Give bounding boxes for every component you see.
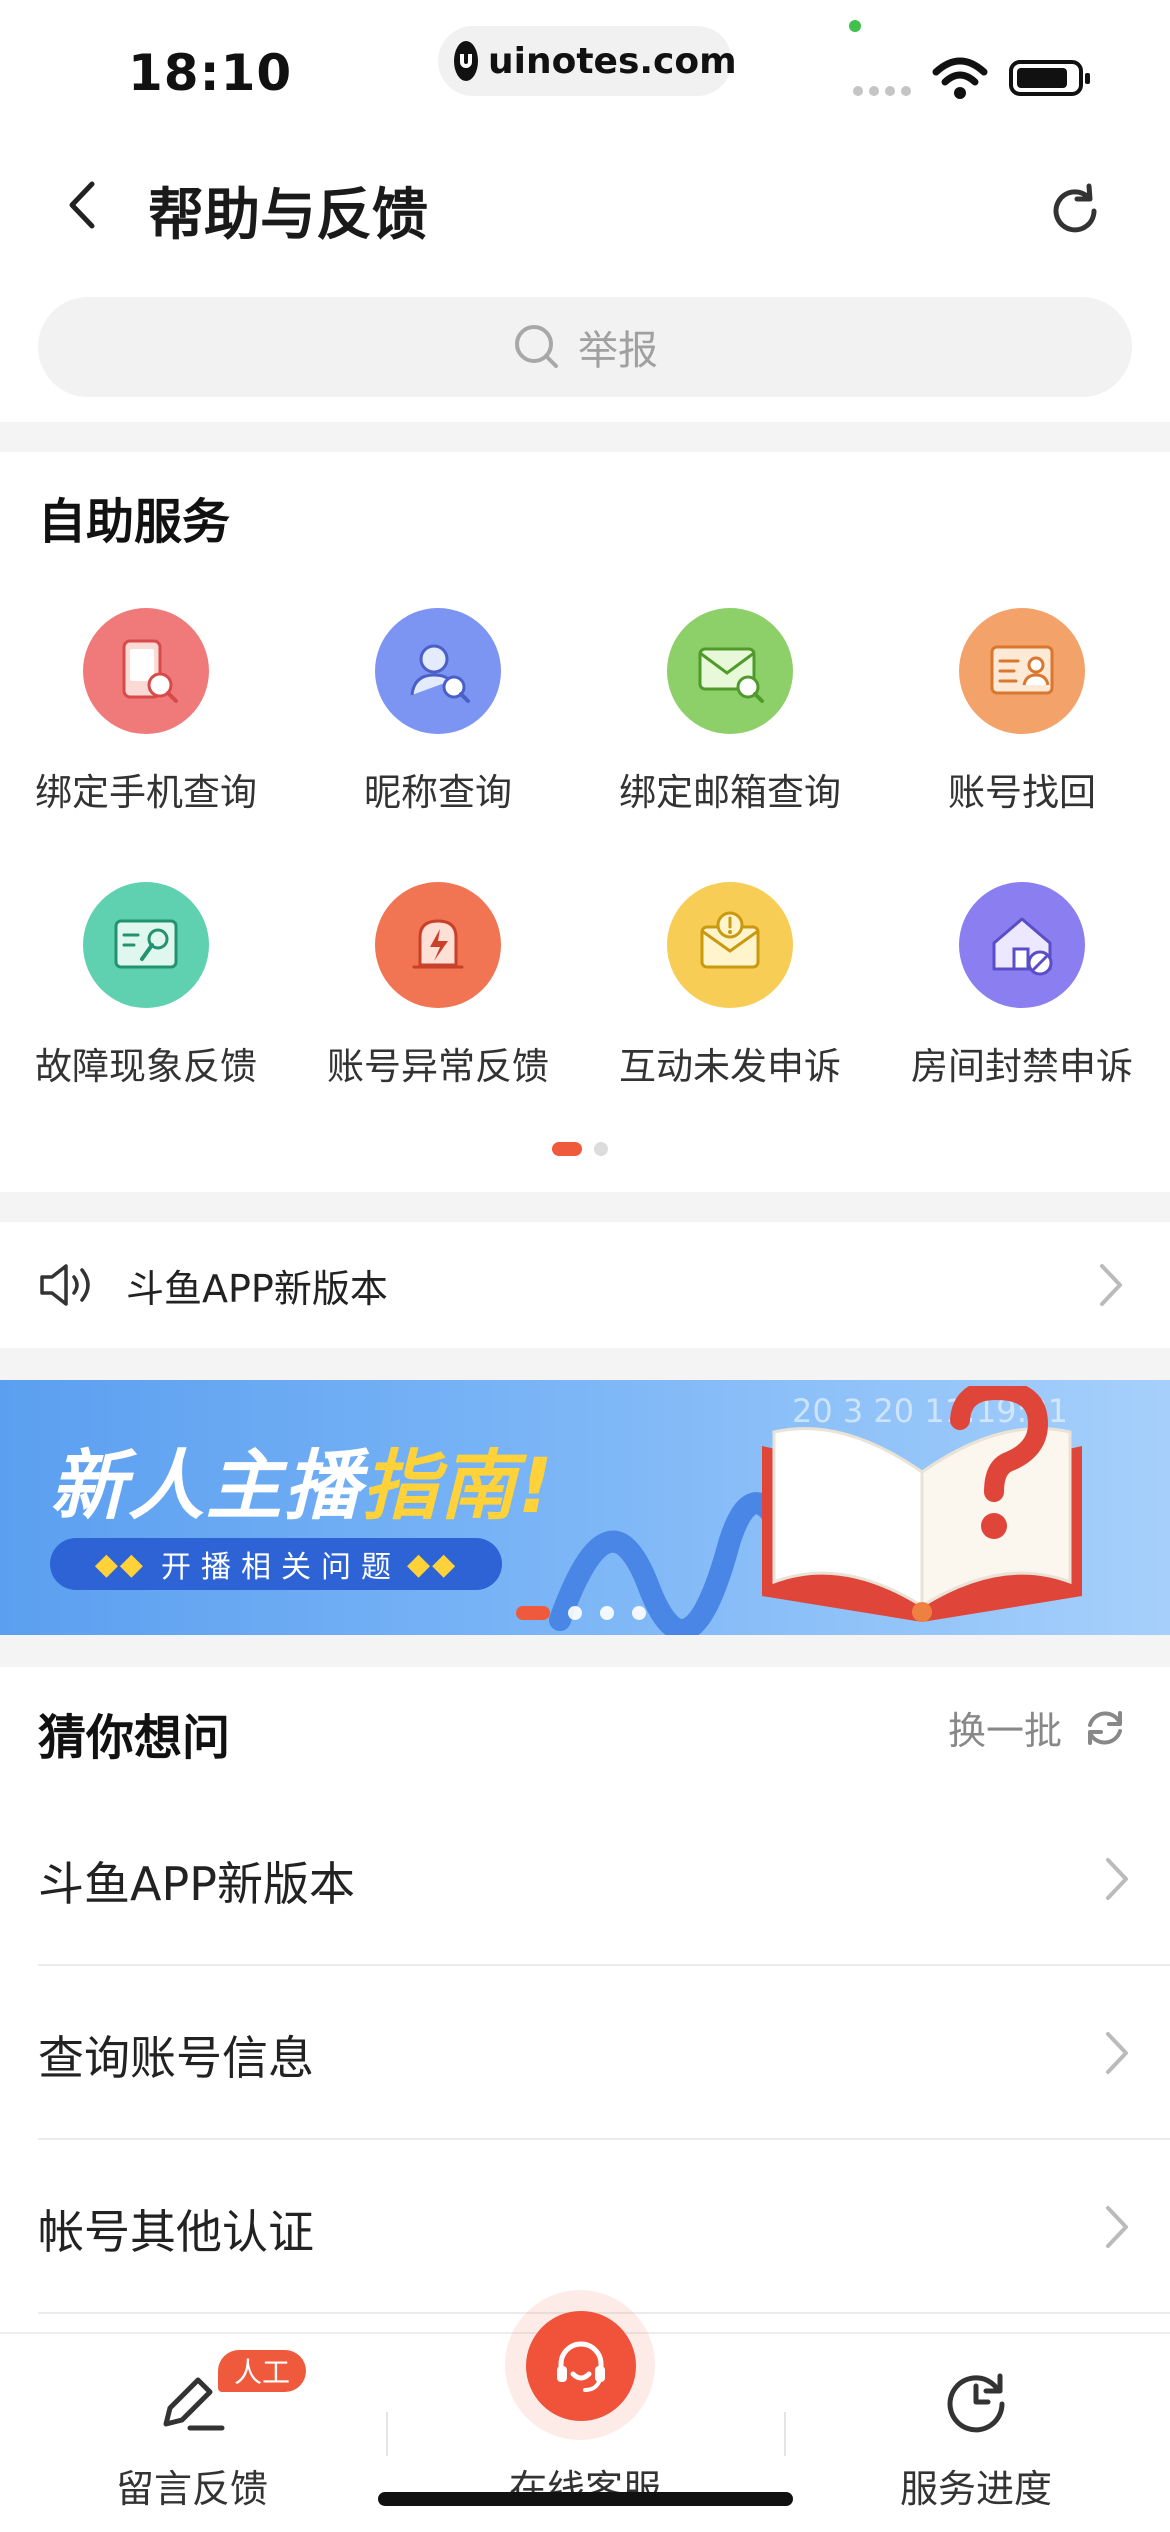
status-time: 18:10 [128,44,293,102]
service-interaction-appeal[interactable]: 互动未发申诉 [584,882,876,1090]
section-divider [0,1635,1170,1667]
book-question-icon [762,1386,1082,1622]
headset-icon [557,2341,605,2392]
banner-dot [632,1606,646,1620]
tab-divider [386,2412,388,2456]
refresh-batch-label: 换一批 [948,1709,1063,1753]
tab-label: 服务进度 [899,2467,1052,2511]
url-text: uinotes.com [488,40,737,82]
service-label: 绑定邮箱查询 [619,771,841,814]
service-nickname[interactable]: 昵称查询 [292,608,584,816]
search-icon [515,325,558,368]
tab-label: 留言反馈 [115,2467,268,2511]
service-bind-phone[interactable]: 绑定手机查询 [0,608,292,816]
search-placeholder: 举报 [578,328,658,374]
promo-banner[interactable]: 新人主播指南! ◆◆ 开播相关问题 ◆◆ 20 3 20 11:19:31 [0,1380,1170,1635]
section-divider [0,422,1170,452]
chevron-right-icon [1106,2206,1128,2248]
notice-row[interactable]: 斗鱼APP新版本 [0,1222,1170,1348]
notice-text: 斗鱼APP新版本 [126,1266,388,1311]
banner-dot [568,1606,582,1620]
banner-dot [600,1606,614,1620]
phone-search-icon [83,608,209,734]
chevron-right-icon [1100,1264,1122,1306]
service-label: 账号异常反馈 [327,1045,549,1088]
self-service-title: 自助服务 [38,494,231,550]
manual-badge: 人工 [218,2350,307,2392]
customer-service-button[interactable] [526,2311,636,2421]
speaker-icon [40,1264,90,1306]
service-label: 昵称查询 [364,771,512,814]
refresh-batch-button[interactable]: 换一批 [948,1700,1128,1755]
chevron-right-icon [1106,1858,1128,1900]
history-clock-icon [947,2373,1005,2433]
site-logo-icon [454,41,478,81]
back-icon[interactable] [50,170,120,240]
service-label: 互动未发申诉 [619,1045,841,1088]
service-label: 绑定手机查询 [35,771,257,814]
faq-text: 斗鱼APP新版本 [38,1857,355,1911]
house-ban-icon [959,882,1085,1008]
privacy-indicator [849,20,861,32]
banner-pager [516,1606,646,1620]
faq-text: 帐号其他认证 [38,2205,314,2259]
wrench-icon [83,882,209,1008]
url-pill[interactable]: uinotes.com [438,26,737,96]
cellular-signal-icon [853,86,911,96]
search-input[interactable]: 举报 [38,297,1132,397]
mail-search-icon [667,608,793,734]
service-label: 房间封禁申诉 [911,1045,1133,1088]
banner-subtitle-pill: ◆◆ 开播相关问题 ◆◆ [50,1538,502,1590]
service-label: 故障现象反馈 [35,1045,257,1088]
service-pager [552,1142,608,1156]
battery-icon [1009,60,1090,96]
home-indicator[interactable] [378,2492,793,2506]
pager-dot-active [552,1142,582,1156]
banner-dot-active [516,1606,550,1620]
banner-title: 新人主播指南! [50,1441,555,1530]
refresh-icon[interactable] [1040,176,1110,246]
header: 帮助与反馈 [0,140,1170,280]
section-divider [0,1348,1170,1380]
service-room-ban-appeal[interactable]: 房间封禁申诉 [876,882,1168,1090]
service-account-abnormal[interactable]: 账号异常反馈 [292,882,584,1090]
faq-text: 查询账号信息 [38,2031,314,2085]
guess-title: 猜你想问 [38,1710,231,1766]
service-bind-email[interactable]: 绑定邮箱查询 [584,608,876,816]
user-search-icon [375,608,501,734]
alert-mail-icon [667,882,793,1008]
id-card-icon [959,608,1085,734]
service-label: 账号找回 [948,771,1096,814]
page-title: 帮助与反馈 [148,183,428,248]
faq-item[interactable]: 查询账号信息 [38,1966,1170,2140]
faq-item[interactable]: 帐号其他认证 [38,2140,1170,2314]
section-divider [0,1192,1170,1222]
warning-icon [375,882,501,1008]
faq-item[interactable]: 斗鱼APP新版本 [38,1792,1170,1966]
wifi-icon [932,57,988,99]
service-account-recovery[interactable]: 账号找回 [876,608,1168,816]
refresh-icon [1088,1710,1123,1745]
pager-dot [594,1142,608,1156]
chevron-right-icon [1106,2032,1128,2074]
tab-divider [784,2412,786,2456]
status-bar: 18:10 uinotes.com [0,0,1170,140]
service-fault-feedback[interactable]: 故障现象反馈 [0,882,292,1090]
